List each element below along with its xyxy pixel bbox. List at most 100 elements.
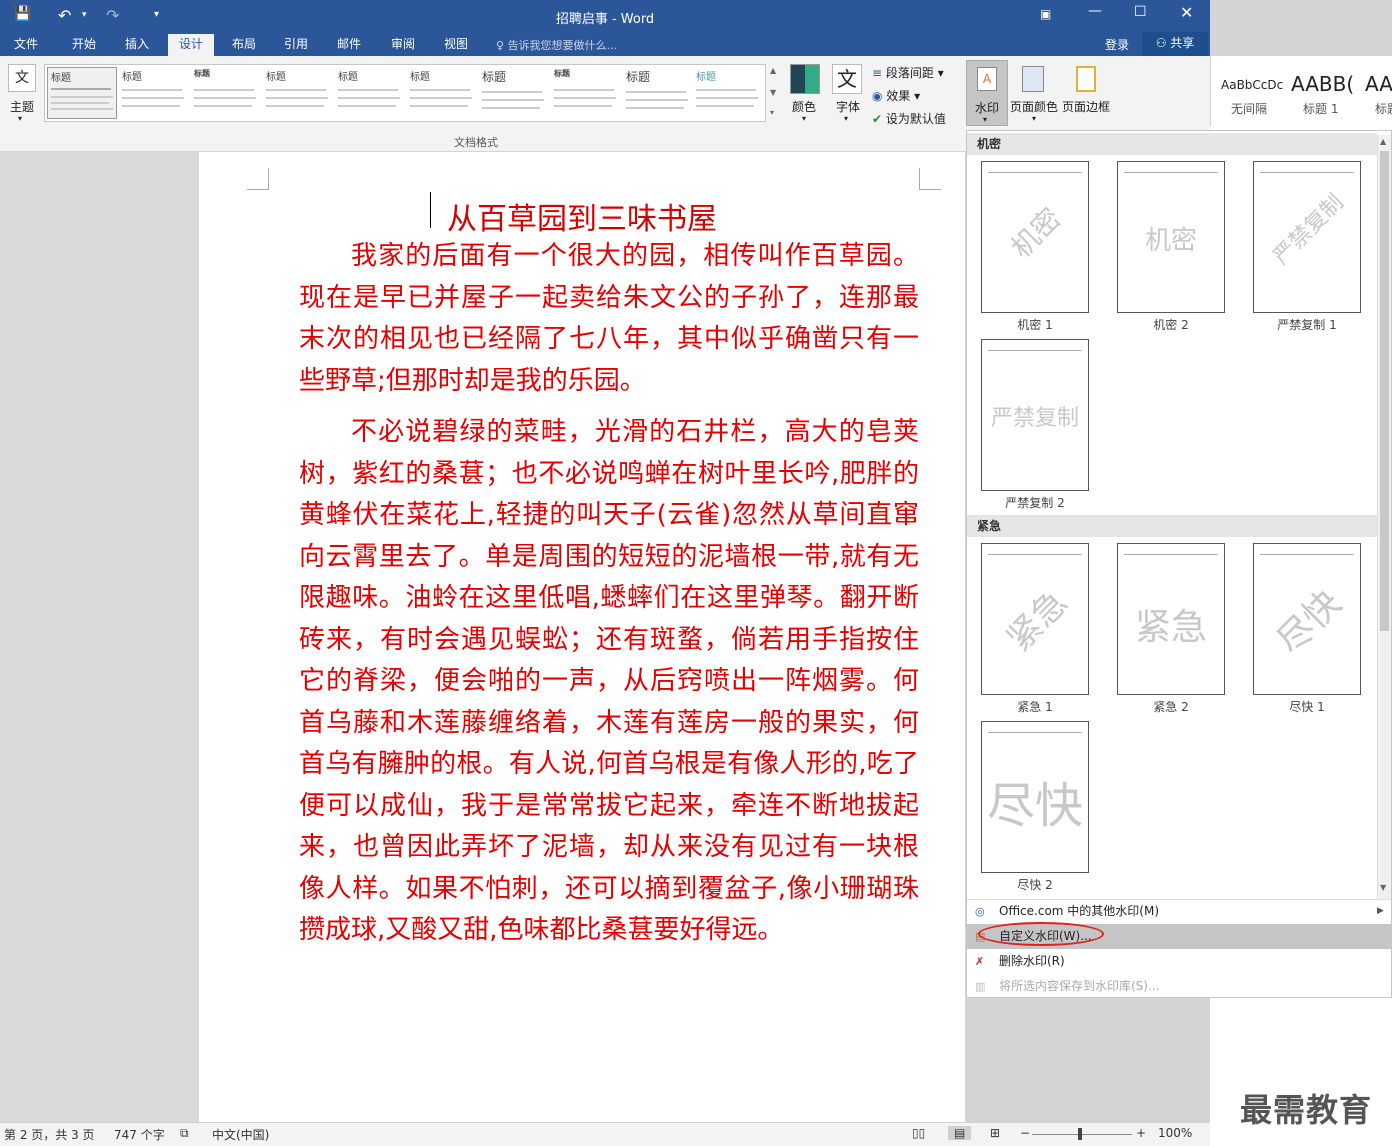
gallery-more-icon[interactable]: ▾ (770, 108, 774, 117)
paragraph-spacing-button[interactable]: ≡ 段落间距 ▾ (872, 64, 944, 81)
style-set-item[interactable]: 标题 (623, 67, 693, 119)
watermark-label: 尽快 1 (1289, 700, 1325, 714)
office-globe-icon: ◎ (975, 905, 985, 918)
highlight-ellipse (978, 922, 1104, 946)
style-set-item[interactable]: 标题 (191, 67, 261, 119)
styles-pane: AaBbCcDc 无间隔 AABB( 标题 1 AAE 标题 (1210, 56, 1392, 126)
colors-button[interactable]: 颜色 (792, 98, 816, 115)
paragraph-spacing-label: 段落间距 (885, 66, 934, 80)
tab-mailings[interactable]: 邮件 (327, 34, 371, 56)
undo-icon[interactable]: ↶ (58, 6, 71, 25)
menu-label: 将所选内容保存到水印库(S)... (999, 979, 1160, 993)
zoom-slider-thumb[interactable] (1078, 1128, 1082, 1140)
style-set-item[interactable]: 标题 (551, 67, 621, 119)
redo-icon[interactable]: ↷ (106, 6, 119, 25)
fonts-icon[interactable]: 文 (832, 64, 862, 94)
colors-dropdown-icon[interactable]: ▾ (802, 114, 806, 123)
tab-view[interactable]: 视图 (434, 34, 478, 56)
menu-remove-watermark[interactable]: ✗ 删除水印(R) (967, 949, 1391, 974)
section-header: 紧急 (967, 515, 1377, 537)
watermark-label: 严禁复制 1 (1277, 318, 1337, 332)
word-count[interactable]: 747 个字 (114, 1126, 165, 1143)
language-indicator[interactable]: 中文(中国) (212, 1126, 269, 1143)
set-default-button[interactable]: ✔ 设为默认值 (872, 110, 946, 127)
document-paragraph: 我家的后面有一个很大的园，相传叫作百草园。现在是早已并屋子一起卖给朱文公的子孙了… (299, 241, 919, 396)
style-set-item[interactable]: 标题 (47, 67, 117, 119)
watermark-label: 紧急 2 (1153, 700, 1189, 714)
print-layout-icon[interactable]: ▤ (948, 1126, 972, 1140)
watermark-preview-text: 严禁复制 (990, 406, 1079, 431)
read-mode-icon[interactable]: ▯▯ (912, 1126, 925, 1140)
page-color-icon[interactable] (1022, 66, 1044, 92)
zoom-slider[interactable] (1032, 1134, 1132, 1135)
style-set-item[interactable]: 标题 (335, 67, 405, 119)
page-color-button[interactable]: 页面颜色 (1010, 98, 1058, 115)
fonts-button[interactable]: 字体 (836, 98, 860, 115)
crop-mark (247, 168, 269, 190)
style-sample-title[interactable]: AAE (1365, 72, 1392, 96)
menu-more-watermarks[interactable]: ◎ Office.com 中的其他水印(M) ▶ (967, 899, 1391, 924)
proofing-icon[interactable]: ⧉ (180, 1126, 189, 1141)
tell-me-text: 告诉我您想要做什么... (507, 39, 618, 52)
gallery-scroll-down-icon[interactable]: ▼ (770, 88, 776, 97)
menu-save-selection-to-gallery[interactable]: ▥ 将所选内容保存到水印库(S)... (967, 974, 1391, 999)
remove-watermark-icon: ✗ (975, 955, 985, 968)
web-layout-icon[interactable]: ⊞ (990, 1126, 1000, 1140)
fonts-dropdown-icon[interactable]: ▾ (844, 114, 848, 123)
ribbon-display-icon[interactable]: ▣ (1040, 7, 1051, 21)
save-icon[interactable]: 💾 (14, 6, 31, 22)
zoom-out-icon[interactable]: − (1020, 1126, 1030, 1140)
document-page[interactable]: 从百草园到三味书屋 我家的后面有一个很大的园，相传叫作百草园。现在是早已并屋子一… (199, 152, 965, 1122)
tab-references[interactable]: 引用 (274, 34, 318, 56)
page-color-dropdown-icon[interactable]: ▾ (1032, 114, 1036, 123)
zoom-in-icon[interactable]: + (1136, 1126, 1146, 1140)
watermark-gallery: 机密 机密 机密 1 机密 机密 2 严禁复制 严禁复制 1 严禁复制 严禁复制… (966, 130, 1392, 998)
page-indicator[interactable]: 第 2 页，共 3 页 (4, 1126, 95, 1143)
document-paragraph: 不必说碧绿的菜畦，光滑的石井栏，高大的皂荚树，紫红的桑葚；也不必说鸣蝉在树叶里长… (299, 417, 919, 945)
themes-icon[interactable]: 文 (8, 64, 36, 92)
person-icon: ⚇ (1155, 36, 1171, 50)
style-sample-no-spacing[interactable]: AaBbCcDc (1221, 78, 1283, 92)
login-link[interactable]: 登录 (1105, 36, 1129, 53)
page-borders-icon[interactable] (1076, 66, 1096, 92)
title-bar: 💾 ↶ ▾ ↷ ▾ 招聘启事 - Word ▣ — ☐ ✕ (0, 0, 1210, 32)
gallery-scroll-up-icon[interactable]: ▲ (770, 66, 776, 75)
tab-home[interactable]: 开始 (62, 34, 106, 56)
style-set-item[interactable]: 标题 (479, 67, 549, 119)
share-button[interactable]: ⚇ 共享 (1142, 32, 1208, 56)
share-label: 共享 (1170, 36, 1195, 50)
effects-icon: ◉ (872, 89, 887, 103)
effects-button[interactable]: ◉ 效果 ▾ (872, 87, 920, 104)
style-set-item[interactable]: 标题 (407, 67, 477, 119)
themes-label[interactable]: 主题 (10, 98, 34, 115)
minimize-icon[interactable]: — (1088, 3, 1102, 19)
tab-file[interactable]: 文件 (4, 34, 48, 56)
customize-qat-icon[interactable]: ▾ (154, 9, 159, 20)
close-icon[interactable]: ✕ (1180, 3, 1193, 22)
colors-swatch-icon[interactable] (790, 64, 820, 94)
scroll-thumb[interactable] (1380, 151, 1389, 631)
page-borders-button[interactable]: 页面边框 (1062, 98, 1110, 115)
watermark-button[interactable]: A 水印 ▾ (966, 60, 1008, 126)
style-sample-heading1[interactable]: AABB( (1291, 72, 1354, 96)
tab-review[interactable]: 审阅 (381, 34, 425, 56)
tab-layout[interactable]: 布局 (222, 34, 266, 56)
style-set-item[interactable]: 标题 (119, 67, 189, 119)
themes-dropdown-icon[interactable]: ▾ (18, 114, 22, 123)
tell-me-box[interactable]: ♀ 告诉我您想要做什么... (496, 37, 617, 53)
zoom-level[interactable]: 100% (1158, 1126, 1192, 1140)
undo-dropdown-icon[interactable]: ▾ (82, 10, 87, 20)
tab-insert[interactable]: 插入 (115, 34, 159, 56)
scroll-down-icon[interactable]: ▼ (1380, 883, 1386, 892)
tab-design[interactable]: 设计 (168, 34, 214, 56)
watermark-preview-text: 紧急 (999, 582, 1076, 660)
watermark-label: 机密 1 (1017, 318, 1053, 332)
gallery-scrollbar[interactable]: ▲ ▼ (1377, 135, 1391, 899)
maximize-icon[interactable]: ☐ (1134, 4, 1147, 20)
save-to-gallery-icon: ▥ (975, 980, 986, 993)
style-set-item[interactable]: 标题 (263, 67, 333, 119)
scroll-up-icon[interactable]: ▲ (1380, 137, 1386, 146)
style-label-no-spacing: 无间隔 (1231, 102, 1268, 116)
style-set-item[interactable]: 标题 (693, 67, 763, 119)
style-set-gallery: 标题 标题 标题 标题 标题 标题 标题 标题 标题 标题 (44, 64, 766, 122)
